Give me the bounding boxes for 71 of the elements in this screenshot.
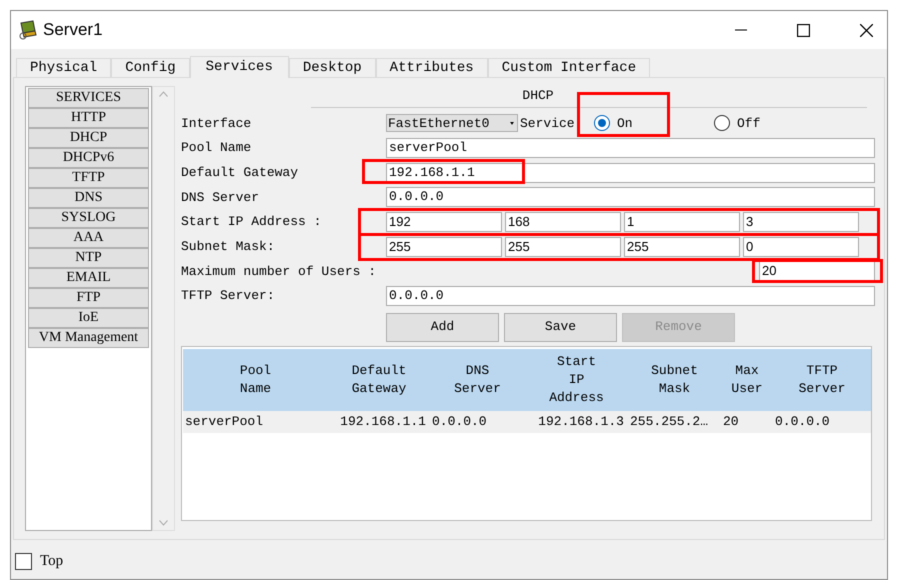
input-field[interactable]: 0.0.0.0 <box>386 286 875 306</box>
field-label: DNS Server <box>181 188 260 207</box>
input-field[interactable]: 0 <box>743 236 859 257</box>
sidebar-item[interactable]: HTTP <box>28 108 149 128</box>
sidebar-item[interactable]: FTP <box>28 288 149 308</box>
window-title: Server1 <box>43 19 103 42</box>
input-field[interactable]: 168 <box>505 212 621 232</box>
column-header: Start IP Address <box>525 348 628 410</box>
column-header: Subnet Mask <box>628 348 721 410</box>
dropdown-caret-icon <box>510 122 514 125</box>
table-cell: 0.0.0.0 <box>773 410 871 432</box>
button[interactable]: Add <box>386 312 499 342</box>
sidebar-item[interactable]: DHCP <box>28 128 149 148</box>
radio-label: On <box>617 114 633 133</box>
input-field[interactable]: 255 <box>386 236 502 257</box>
button: Remove <box>622 312 735 342</box>
table-cell: 0.0.0.0 <box>430 410 525 432</box>
sidebar-item[interactable]: DHCPv6 <box>28 148 149 168</box>
tab[interactable]: Attributes <box>376 58 488 77</box>
button[interactable]: Save <box>504 312 617 342</box>
tab[interactable]: Config <box>111 58 190 77</box>
column-header: DNS Server <box>430 348 525 410</box>
input-field[interactable]: 20 <box>759 261 875 282</box>
field-label: Start IP Address : <box>181 213 322 232</box>
input-field[interactable]: 255 <box>624 236 740 257</box>
input-field[interactable]: 192.168.1.1 <box>386 162 875 183</box>
server-icon <box>17 19 39 41</box>
sidebar-item[interactable]: EMAIL <box>28 268 149 288</box>
table-cell: 255.255.2… <box>628 410 721 432</box>
input-field[interactable]: serverPool <box>386 138 875 158</box>
sidebar-item[interactable]: VM Management <box>28 328 149 348</box>
input-field[interactable]: 1 <box>624 212 740 232</box>
radio-label: Off <box>737 114 760 133</box>
column-header: Pool Name <box>183 348 328 410</box>
input-field[interactable]: 0.0.0.0 <box>386 187 875 208</box>
sidebar-item[interactable]: DNS <box>28 188 149 208</box>
sidebar-item[interactable]: SERVICES <box>28 88 149 108</box>
table-cell: 20 <box>721 410 773 432</box>
sidebar-item[interactable]: AAA <box>28 228 149 248</box>
tab[interactable]: Physical <box>16 58 112 77</box>
tab[interactable]: Custom Interface <box>488 58 650 77</box>
sidebar-item[interactable]: SYSLOG <box>28 208 149 228</box>
column-header: TFTP Server <box>773 348 871 410</box>
field-label: Service <box>520 114 576 133</box>
interface-dropdown[interactable]: FastEthernet0 <box>386 114 518 132</box>
table-cell: serverPool <box>183 410 328 432</box>
tab[interactable]: Desktop <box>288 58 376 77</box>
column-header: Default Gateway <box>328 348 430 410</box>
close-icon[interactable] <box>860 24 873 36</box>
radio-button[interactable] <box>714 115 730 132</box>
sidebar-item[interactable]: NTP <box>28 248 149 268</box>
field-label: Subnet Mask: <box>181 238 276 256</box>
radio-button[interactable] <box>594 115 610 132</box>
column-header: Max User <box>721 348 773 410</box>
table-cell: 192.168.1.3 <box>525 410 628 432</box>
field-label: Maximum number of Users : <box>181 262 378 281</box>
input-field[interactable]: 3 <box>743 212 859 232</box>
field-label: TFTP Server: <box>181 287 276 306</box>
sidebar-item[interactable]: TFTP <box>28 168 149 188</box>
input-field[interactable]: 255 <box>505 236 621 257</box>
field-label: Interface <box>181 114 252 133</box>
input-field[interactable]: 192 <box>386 212 502 232</box>
checkbox-label: Top <box>40 552 64 571</box>
table-cell: 192.168.1.1 <box>328 410 430 432</box>
section-title: DHCP <box>522 88 554 104</box>
sidebar-item[interactable]: IoE <box>28 308 149 328</box>
maximize-icon[interactable] <box>797 24 810 36</box>
field-label: Default Gateway <box>181 164 300 182</box>
tab[interactable]: Services <box>190 56 289 78</box>
checkbox[interactable] <box>15 552 32 570</box>
field-label: Pool Name <box>181 139 252 158</box>
